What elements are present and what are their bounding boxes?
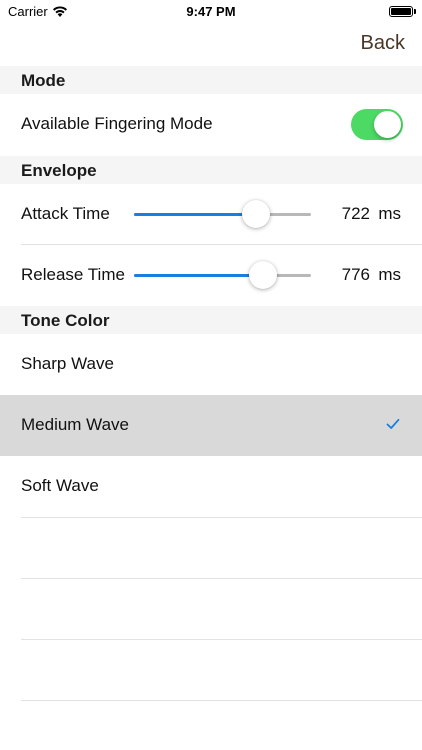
release-time-value: 776 [341, 265, 370, 284]
checkmark-icon [386, 418, 400, 429]
row-separator [21, 700, 422, 701]
status-bar: Carrier 9:47 PM [0, 0, 422, 24]
section-header-mode: Mode [0, 66, 422, 94]
attack-time-slider[interactable] [134, 200, 311, 228]
slider-fill [134, 274, 264, 277]
tone-option-sharp-wave[interactable]: Sharp Wave [0, 334, 422, 395]
fingering-mode-toggle[interactable] [351, 109, 403, 140]
release-time-slider[interactable] [134, 261, 311, 289]
slider-fill [134, 213, 257, 216]
attack-time-value: 722 [341, 204, 370, 223]
section-title: Envelope [21, 161, 97, 180]
slider-thumb[interactable] [249, 261, 278, 289]
tone-option-medium-wave[interactable]: Medium Wave [0, 395, 422, 456]
section-header-envelope: Envelope [0, 156, 422, 184]
tone-option-label: Soft Wave [21, 476, 99, 495]
navigation-bar: Back [0, 24, 422, 66]
row-separator [21, 517, 422, 518]
fingering-mode-row: Available Fingering Mode [0, 94, 422, 155]
release-time-unit: ms [378, 265, 401, 284]
attack-time-label: Attack Time [21, 204, 110, 223]
tone-option-soft-wave[interactable]: Soft Wave [0, 456, 422, 517]
fingering-mode-label: Available Fingering Mode [21, 114, 213, 133]
section-title: Mode [21, 71, 66, 90]
section-header-tone-color: Tone Color [0, 306, 422, 334]
row-separator [21, 578, 422, 579]
tone-option-label: Medium Wave [21, 415, 130, 434]
status-time: 9:47 PM [186, 4, 236, 19]
toggle-knob [374, 111, 401, 138]
attack-time-row: Attack Time 722 ms [0, 184, 422, 245]
section-title: Tone Color [21, 311, 110, 330]
battery-cap [414, 9, 416, 14]
battery-icon [389, 6, 413, 17]
slider-thumb[interactable] [242, 200, 271, 228]
row-separator [21, 639, 422, 640]
back-button[interactable]: Back [361, 32, 405, 55]
attack-time-unit: ms [378, 204, 401, 223]
tone-option-label: Sharp Wave [21, 354, 114, 373]
release-time-label: Release Time [21, 265, 125, 284]
release-time-row: Release Time 776 ms [0, 245, 422, 306]
